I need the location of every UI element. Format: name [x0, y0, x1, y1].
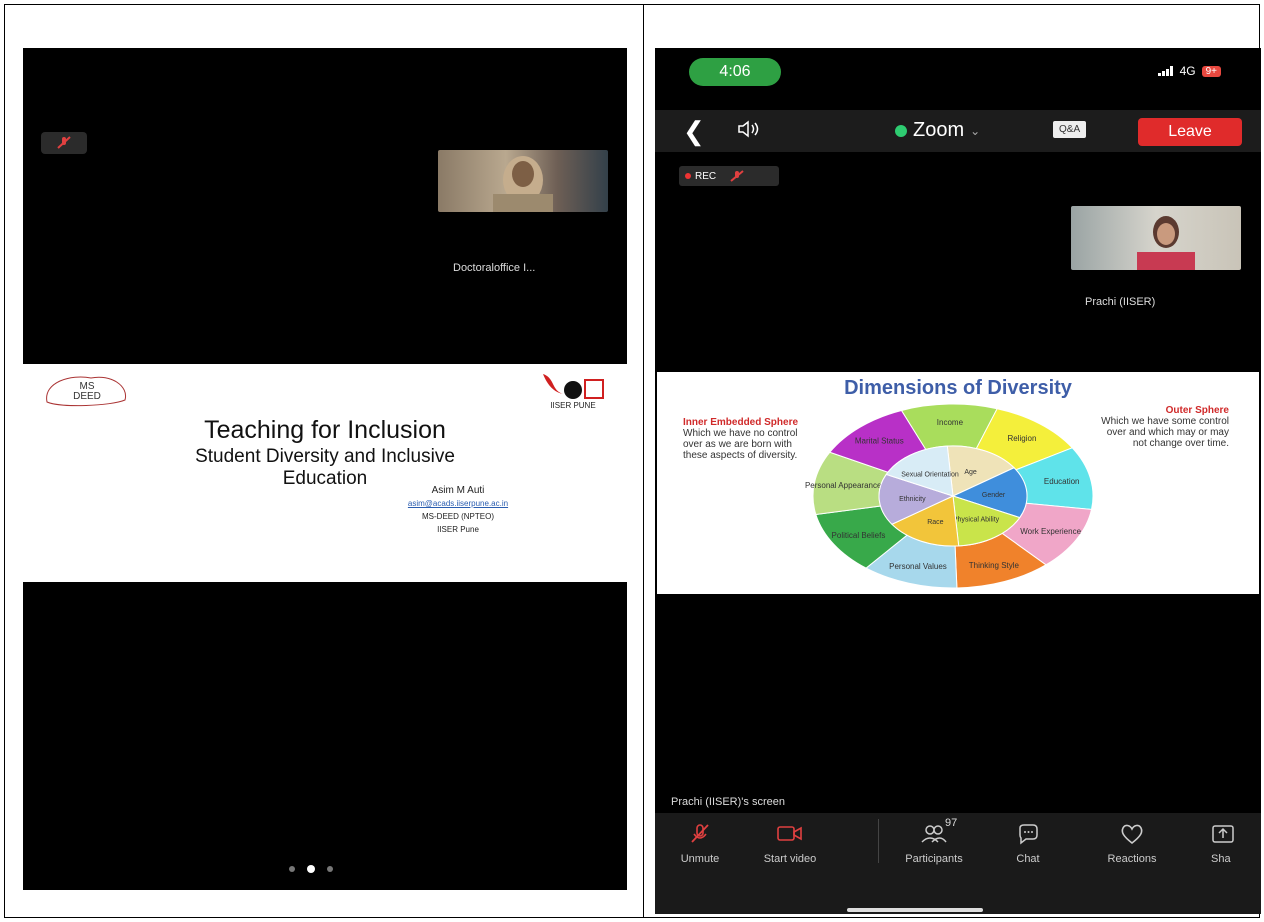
leave-button[interactable]: Leave: [1138, 118, 1242, 146]
toolbar-label: Chat: [1016, 853, 1040, 865]
home-indicator[interactable]: [847, 908, 983, 912]
toolbar-label: Sha: [1211, 853, 1231, 865]
participants-button[interactable]: 97 Participants: [889, 817, 979, 865]
meeting-toolbar: Unmute Start video 97 Participants Chat …: [655, 813, 1261, 914]
toolbar-separator: [878, 819, 879, 863]
author-name: Asim M Auti: [431, 485, 485, 496]
secure-shield-icon: [895, 124, 907, 137]
outer-sphere-callout: Outer Sphere Which we have some control …: [1101, 405, 1229, 449]
msdeed-logo: MS DEED: [46, 376, 127, 407]
inner-ring-label: Race: [927, 519, 943, 526]
participant-video-thumbnail[interactable]: [438, 150, 608, 212]
author-institute: IISER Pune: [437, 525, 479, 534]
outer-ring-label: Income: [937, 418, 964, 427]
mic-off-icon: [57, 136, 71, 149]
status-indicators: 4G 9+: [1157, 64, 1221, 78]
share-button[interactable]: Sha: [1211, 821, 1261, 865]
muted-badge: [41, 132, 87, 154]
participant-video-thumbnail[interactable]: [1071, 206, 1241, 270]
toolbar-label: Start video: [763, 853, 817, 865]
page-indicator[interactable]: [289, 865, 333, 873]
outer-ring-label: Personal Values: [889, 562, 947, 571]
chat-button[interactable]: Chat: [983, 821, 1073, 865]
page-dot[interactable]: [289, 866, 295, 872]
signal-icon: [1157, 66, 1173, 76]
svg-text:DEED: DEED: [73, 391, 101, 402]
shared-slide: MS DEED IISER PUNE Teaching for Inclusio…: [23, 364, 627, 582]
battery-indicator: 9+: [1201, 65, 1221, 77]
page-dot-active[interactable]: [307, 865, 315, 873]
speaker-icon[interactable]: [737, 120, 763, 143]
outer-ring-label: Education: [1044, 477, 1080, 486]
status-time: 4:06: [689, 58, 781, 86]
slide-title: Teaching for Inclusion: [204, 416, 446, 444]
start-video-button[interactable]: Start video: [745, 821, 835, 865]
reactions-button[interactable]: Reactions: [1087, 821, 1177, 865]
inner-sphere-heading: Inner Embedded Sphere: [683, 417, 799, 428]
left-meeting-screen: Doctoraloffice I... MS DEED IISER PUNE T…: [23, 48, 627, 890]
slide-author-block: Asim M Auti asim@acads.iiserpune.ac.in M…: [383, 484, 533, 536]
outer-ring-label: Political Beliefs: [832, 531, 886, 540]
shared-slide: Dimensions of Diversity Inner Embedded S…: [657, 372, 1259, 594]
right-meeting-screen: 4:06 4G 9+ ❮ Zoom ⌄ Q&A Leave REC Prachi…: [655, 48, 1261, 914]
rec-label: REC: [695, 170, 717, 182]
participant-silhouette: [493, 156, 553, 212]
zoom-menu[interactable]: Zoom ⌄: [895, 119, 980, 142]
mic-off-icon: [691, 824, 709, 843]
participant-name: Prachi (IISER): [1085, 296, 1156, 308]
record-dot-icon: [685, 173, 691, 179]
inner-ring-label: Gender: [982, 492, 1006, 499]
toolbar-label: Reactions: [1107, 853, 1157, 865]
diversity-wheel: Income Religion Education Work Experience Th…: [805, 403, 1094, 589]
author-dept: MS-DEED (NPTEO): [422, 512, 494, 521]
outer-sphere-heading: Outer Sphere: [1165, 405, 1229, 416]
outer-ring-label: Thinking Style: [969, 561, 1020, 570]
inner-ring-label: Physical Ability: [953, 517, 1000, 524]
toolbar-label: Unmute: [680, 853, 720, 865]
toolbar-label: Participants: [905, 853, 963, 865]
outer-ring-label: Personal Appearance: [805, 481, 882, 490]
recording-badge: REC: [679, 166, 779, 186]
network-type: 4G: [1179, 64, 1196, 78]
inner-ring-label: Age: [964, 469, 977, 476]
iiser-logo: IISER PUNE: [543, 374, 604, 410]
author-email: asim@acads.iiserpune.ac.in: [407, 499, 509, 508]
inner-ring-label: Ethnicity: [899, 496, 926, 503]
back-chevron-icon[interactable]: ❮: [683, 116, 705, 147]
app-name: Zoom: [913, 119, 965, 141]
outer-ring-label: Religion: [1007, 434, 1036, 443]
panel-divider: [643, 4, 644, 918]
page-dot[interactable]: [327, 866, 333, 872]
outer-ring-label: Marital Status: [855, 437, 904, 446]
participants-icon: [921, 825, 947, 843]
outer-sphere-text: Which we have some control over and whic…: [1101, 416, 1229, 449]
inner-ring-label: Sexual Orientation: [901, 471, 959, 478]
participants-count-badge: 97: [945, 817, 958, 829]
meeting-topbar: ❮ Zoom ⌄ Q&A Leave: [655, 110, 1261, 152]
unmute-button[interactable]: Unmute: [655, 821, 745, 865]
video-off-icon: [777, 826, 802, 841]
qa-button[interactable]: Q&A: [1053, 121, 1087, 138]
chevron-down-icon: ⌄: [970, 123, 981, 138]
heart-icon: [1121, 824, 1143, 845]
share-icon: [1212, 825, 1234, 843]
slide-subtitle-line1: Student Diversity and Inclusive: [195, 446, 455, 467]
mic-off-icon: [730, 170, 744, 182]
participant-name: Doctoraloffice I...: [453, 262, 536, 274]
svg-text:IISER PUNE: IISER PUNE: [550, 401, 595, 410]
participant-silhouette: [1137, 216, 1195, 270]
slide-title: Dimensions of Diversity: [844, 377, 1072, 399]
chat-icon: [1019, 824, 1038, 845]
screen-share-caption: Prachi (IISER)'s screen: [671, 796, 785, 808]
inner-sphere-callout: Inner Embedded Sphere Which we have no c…: [683, 417, 811, 461]
slide-subtitle-line2: Education: [282, 468, 368, 489]
outer-ring-label: Work Experience: [1020, 527, 1081, 536]
inner-sphere-text: Which we have no control over as we are …: [683, 428, 798, 461]
slide-subtitle: Student Diversity and Inclusive Educatio…: [23, 446, 627, 490]
